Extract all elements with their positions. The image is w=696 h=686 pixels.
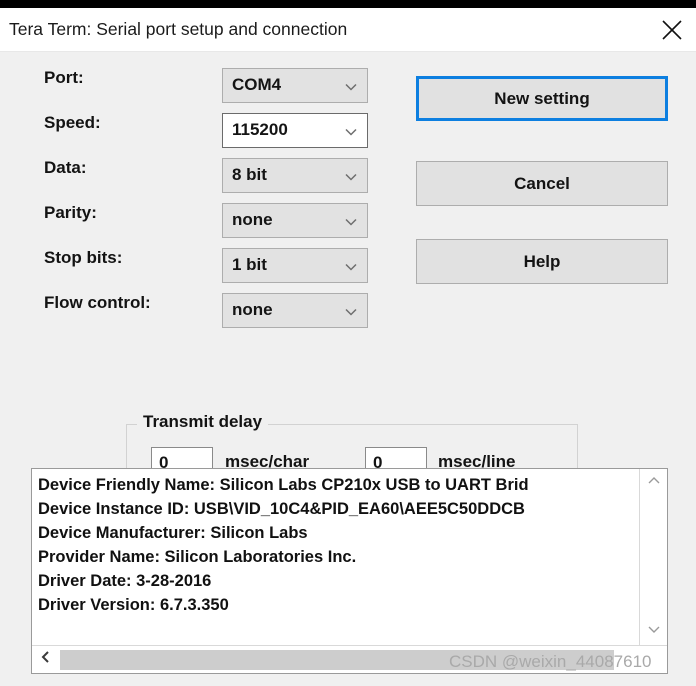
combo-data[interactable]: 8 bit	[222, 158, 368, 193]
label-parity: Parity:	[44, 203, 97, 222]
label-speed: Speed:	[44, 113, 101, 132]
combo-port[interactable]: COM4	[222, 68, 368, 103]
vertical-scrollbar[interactable]	[639, 469, 667, 645]
scroll-down-button[interactable]	[640, 619, 667, 643]
chevron-down-icon	[344, 125, 358, 139]
close-button[interactable]	[648, 8, 696, 51]
title-bar: Tera Term: Serial port setup and connect…	[0, 8, 696, 52]
combo-flow-control-value: none	[232, 300, 273, 319]
chevron-up-icon	[647, 474, 661, 492]
tera-term-serial-setup-dialog: Tera Term: Serial port setup and connect…	[0, 0, 696, 686]
chevron-down-icon	[344, 260, 358, 274]
close-icon	[661, 19, 683, 41]
chevron-down-icon	[647, 622, 661, 640]
label-port: Port:	[44, 68, 84, 87]
horizontal-scrollbar[interactable]	[32, 645, 667, 673]
combo-data-value: 8 bit	[232, 165, 267, 184]
chevron-down-icon	[344, 305, 358, 319]
window-top-strip	[0, 0, 696, 8]
list-item: Device Manufacturer: Silicon Labs	[38, 524, 308, 542]
device-info-listbox[interactable]: Device Friendly Name: Silicon Labs CP210…	[31, 468, 668, 674]
combo-parity[interactable]: none	[222, 203, 368, 238]
combo-speed-value: 115200	[232, 120, 288, 139]
help-button[interactable]: Help	[416, 239, 668, 284]
new-setting-button[interactable]: New setting	[416, 76, 668, 121]
combo-flow-control[interactable]: none	[222, 293, 368, 328]
list-item: Provider Name: Silicon Laboratories Inc.	[38, 548, 357, 566]
combo-speed[interactable]: 115200	[222, 113, 368, 148]
chevron-down-icon	[344, 80, 358, 94]
transmit-delay-legend: Transmit delay	[137, 412, 269, 432]
combo-port-value: COM4	[232, 75, 282, 94]
label-data: Data:	[44, 158, 87, 177]
chevron-down-icon	[344, 215, 358, 229]
scroll-up-button[interactable]	[640, 471, 667, 495]
combo-stop-bits[interactable]: 1 bit	[222, 248, 368, 283]
list-item: Device Friendly Name: Silicon Labs CP210…	[38, 476, 529, 494]
combo-stop-bits-value: 1 bit	[232, 255, 267, 274]
label-flow-control: Flow control:	[44, 293, 151, 312]
list-item: Device Instance ID: USB\VID_10C4&PID_EA6…	[38, 500, 525, 518]
chevron-down-icon	[344, 170, 358, 184]
cancel-button[interactable]: Cancel	[416, 161, 668, 206]
scroll-left-button[interactable]	[34, 647, 58, 672]
device-info-lines: Device Friendly Name: Silicon Labs CP210…	[32, 469, 640, 645]
horizontal-scroll-thumb[interactable]	[60, 650, 614, 670]
combo-parity-value: none	[232, 210, 273, 229]
label-stop-bits: Stop bits:	[44, 248, 123, 267]
chevron-left-icon	[40, 650, 52, 669]
list-item: Driver Date: 3-28-2016	[38, 572, 212, 590]
window-title: Tera Term: Serial port setup and connect…	[9, 19, 348, 39]
list-item: Driver Version: 6.7.3.350	[38, 596, 229, 614]
